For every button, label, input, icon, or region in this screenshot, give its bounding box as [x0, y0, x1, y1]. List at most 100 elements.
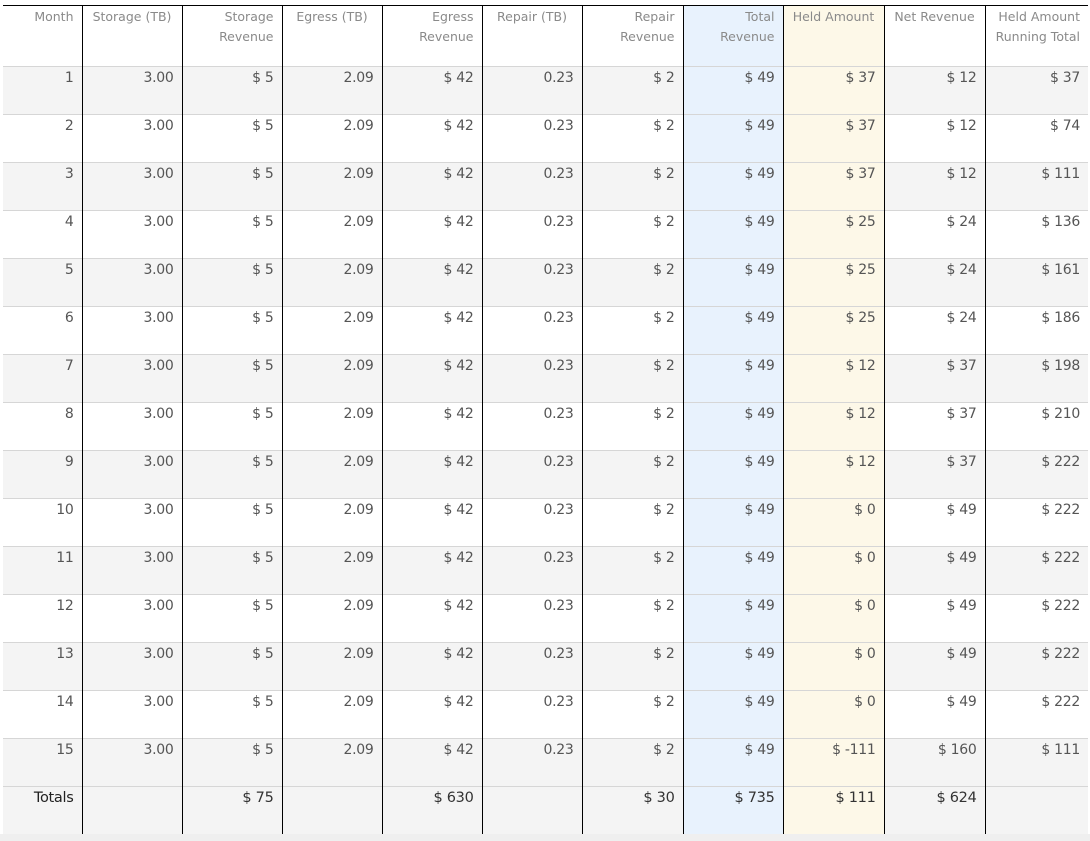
cell-egress-revenue: $ 42 — [381, 66, 483, 115]
table-row: 11 3.00 $ 5 2.09 $ 42 0.23 $ 2 $ 49 $ 0 $ 49 $ 222 — [3, 546, 1088, 595]
cell-repair-revenue: $ 2 — [581, 114, 684, 163]
cell-net-revenue: $ 24 — [883, 258, 986, 307]
cell-repair-revenue: $ 2 — [581, 594, 684, 643]
cell-net-revenue: $ 49 — [883, 642, 986, 691]
table-row: 8 3.00 $ 5 2.09 $ 42 0.23 $ 2 $ 49 $ 12 $ 37 $ 210 — [3, 402, 1088, 451]
cell-storage-tb: 3.00 — [81, 690, 183, 739]
cell-total-revenue: $ 49 — [682, 114, 784, 163]
cell-storage-tb: 3.00 — [81, 66, 183, 115]
cell-egress-tb: 2.09 — [281, 210, 383, 259]
cell-net-revenue: $ 24 — [883, 306, 986, 355]
cell-egress-revenue: $ 42 — [381, 450, 483, 499]
cell-repair-tb: 0.23 — [481, 402, 583, 451]
cell-repair-tb: 0.23 — [481, 354, 583, 403]
cell-repair-revenue: $ 2 — [581, 162, 684, 211]
cell-egress-revenue: $ 42 — [381, 258, 483, 307]
header-egress-tb: Egress (TB) — [281, 5, 383, 67]
cell-held-amount: $ 12 — [782, 450, 885, 499]
cell-repair-tb: 0.23 — [481, 258, 583, 307]
cell-repair-tb: 0.23 — [481, 450, 583, 499]
cell-held-running-total: $ 136 — [984, 210, 1088, 259]
horizontal-scrollbar-track[interactable] — [0, 834, 1090, 841]
cell-egress-tb: 2.09 — [281, 114, 383, 163]
cell-storage-tb: 3.00 — [81, 114, 183, 163]
cell-repair-tb: 0.23 — [481, 690, 583, 739]
cell-repair-revenue: $ 2 — [581, 258, 684, 307]
cell-month: 4 — [3, 210, 83, 259]
header-row: Month Storage (TB) Storage Revenue Egres… — [3, 5, 1088, 67]
cell-held-amount: $ 12 — [782, 402, 885, 451]
cell-net-revenue: $ 49 — [883, 594, 986, 643]
cell-net-revenue: $ 12 — [883, 114, 986, 163]
cell-storage-revenue: $ 5 — [181, 690, 283, 739]
cell-held-running-total: $ 222 — [984, 690, 1088, 739]
cell-storage-tb: 3.00 — [81, 354, 183, 403]
cell-net-revenue: $ 24 — [883, 210, 986, 259]
total-storage-tb — [81, 786, 183, 835]
total-total-revenue: $ 735 — [682, 786, 784, 835]
total-held-amount: $ 111 — [782, 786, 885, 835]
cell-egress-tb: 2.09 — [281, 258, 383, 307]
cell-net-revenue: $ 12 — [883, 66, 986, 115]
cell-total-revenue: $ 49 — [682, 738, 784, 787]
total-egress-revenue: $ 630 — [381, 786, 483, 835]
cell-egress-tb: 2.09 — [281, 402, 383, 451]
cell-egress-tb: 2.09 — [281, 546, 383, 595]
cell-month: 12 — [3, 594, 83, 643]
cell-repair-revenue: $ 2 — [581, 642, 684, 691]
cell-held-amount: $ 0 — [782, 690, 885, 739]
cell-total-revenue: $ 49 — [682, 642, 784, 691]
cell-egress-tb: 2.09 — [281, 354, 383, 403]
cell-storage-revenue: $ 5 — [181, 210, 283, 259]
cell-month: 3 — [3, 162, 83, 211]
cell-held-running-total: $ 222 — [984, 498, 1088, 547]
cell-held-running-total: $ 111 — [984, 162, 1088, 211]
cell-egress-tb: 2.09 — [281, 66, 383, 115]
cell-repair-tb: 0.23 — [481, 210, 583, 259]
total-repair-tb — [481, 786, 583, 835]
cell-storage-tb: 3.00 — [81, 306, 183, 355]
cell-storage-tb: 3.00 — [81, 258, 183, 307]
cell-repair-revenue: $ 2 — [581, 66, 684, 115]
cell-storage-revenue: $ 5 — [181, 546, 283, 595]
cell-held-amount: $ 37 — [782, 162, 885, 211]
cell-egress-tb: 2.09 — [281, 162, 383, 211]
cell-held-amount: $ 25 — [782, 306, 885, 355]
cell-repair-revenue: $ 2 — [581, 210, 684, 259]
table-row: 15 3.00 $ 5 2.09 $ 42 0.23 $ 2 $ 49 $ -111 $ 160 $… — [3, 738, 1088, 787]
cell-repair-tb: 0.23 — [481, 66, 583, 115]
cell-month: 15 — [3, 738, 83, 787]
table-row: 1 3.00 $ 5 2.09 $ 42 0.23 $ 2 $ 49 $ 37 $ 12 $ 37 — [3, 66, 1088, 115]
cell-repair-revenue: $ 2 — [581, 402, 684, 451]
cell-repair-tb: 0.23 — [481, 306, 583, 355]
table-row: 7 3.00 $ 5 2.09 $ 42 0.23 $ 2 $ 49 $ 12 $ 37 $ 198 — [3, 354, 1088, 403]
cell-net-revenue: $ 37 — [883, 402, 986, 451]
cell-egress-tb: 2.09 — [281, 498, 383, 547]
total-egress-tb — [281, 786, 383, 835]
cell-month: 1 — [3, 66, 83, 115]
cell-month: 2 — [3, 114, 83, 163]
cell-repair-revenue: $ 2 — [581, 450, 684, 499]
cell-total-revenue: $ 49 — [682, 306, 784, 355]
cell-held-amount: $ 37 — [782, 66, 885, 115]
cell-egress-revenue: $ 42 — [381, 402, 483, 451]
table-row: 3 3.00 $ 5 2.09 $ 42 0.23 $ 2 $ 49 $ 37 $ 12 $ 111 — [3, 162, 1088, 211]
cell-repair-tb: 0.23 — [481, 498, 583, 547]
cell-net-revenue: $ 49 — [883, 546, 986, 595]
cell-egress-revenue: $ 42 — [381, 210, 483, 259]
table-row: 4 3.00 $ 5 2.09 $ 42 0.23 $ 2 $ 49 $ 25 $ 24 $ 136 — [3, 210, 1088, 259]
cell-held-amount: $ 37 — [782, 114, 885, 163]
cell-month: 9 — [3, 450, 83, 499]
cell-storage-revenue: $ 5 — [181, 642, 283, 691]
cell-storage-tb: 3.00 — [81, 738, 183, 787]
cell-storage-tb: 3.00 — [81, 498, 183, 547]
cell-repair-revenue: $ 2 — [581, 690, 684, 739]
cell-storage-tb: 3.00 — [81, 402, 183, 451]
header-repair-revenue: Repair Revenue — [581, 5, 684, 67]
cell-repair-revenue: $ 2 — [581, 354, 684, 403]
cell-total-revenue: $ 49 — [682, 594, 784, 643]
cell-held-amount: $ -111 — [782, 738, 885, 787]
header-held-running-total: Held Amount Running Total — [984, 5, 1088, 67]
cell-month: 5 — [3, 258, 83, 307]
cell-net-revenue: $ 160 — [883, 738, 986, 787]
